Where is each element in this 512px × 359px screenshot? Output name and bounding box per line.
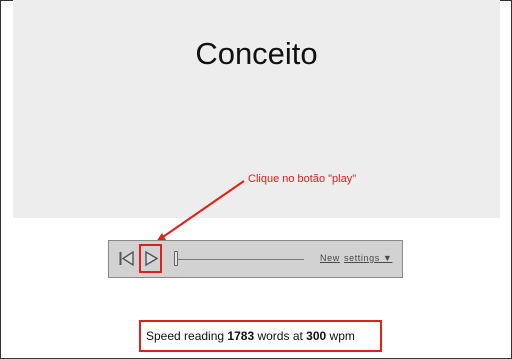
wpm-value: 300 — [306, 329, 327, 343]
annotation-arrow — [156, 180, 245, 242]
status-line: Speed reading 1783 words at 300 wpm — [146, 329, 355, 343]
status-suffix: wpm — [329, 329, 355, 343]
status-prefix: Speed reading — [146, 329, 225, 343]
status-middle: words at — [257, 329, 303, 343]
new-link[interactable]: New — [320, 253, 340, 263]
progress-handle[interactable] — [174, 251, 178, 266]
skip-back-icon[interactable] — [118, 250, 135, 267]
progress-track[interactable] — [178, 259, 304, 260]
settings-link[interactable]: settings ▼ — [344, 253, 392, 263]
word-count: 1783 — [227, 329, 255, 343]
play-icon[interactable] — [143, 250, 160, 267]
